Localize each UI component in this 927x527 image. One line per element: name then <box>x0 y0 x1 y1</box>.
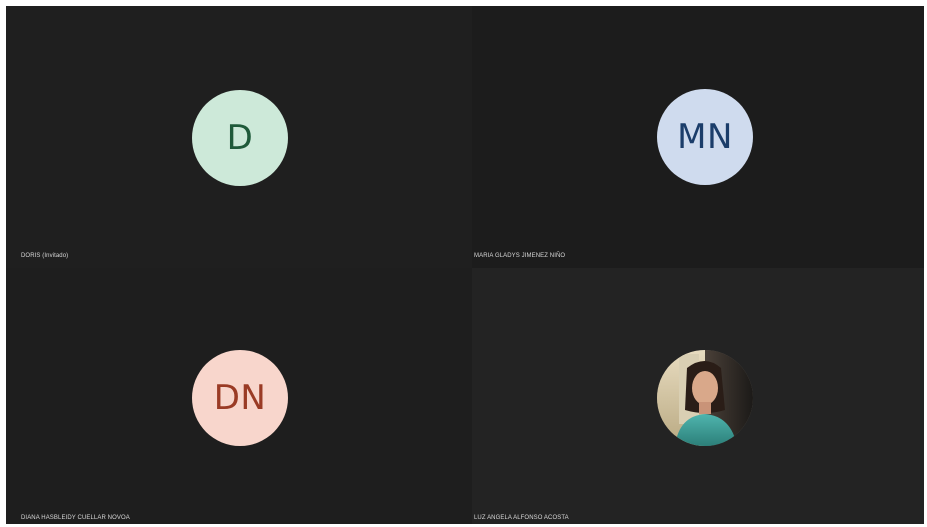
participant-name: DORIS (Invitado) <box>21 253 69 259</box>
participant-photo <box>657 350 753 446</box>
participant-tile[interactable]: LUZ ANGELA ALFONSO ACOSTA <box>472 268 924 524</box>
participant-name: DIANA HASBLEIDY CUELLAR NOVOA <box>21 515 130 521</box>
participant-photo-image <box>657 350 753 446</box>
participant-avatar: D <box>192 90 288 186</box>
participant-avatar: DN <box>192 350 288 446</box>
participant-avatar: MN <box>657 89 753 185</box>
participant-tile[interactable]: MN MARIA GLADYS JIMENEZ NIÑO <box>472 6 924 268</box>
video-call-grid: D DORIS (Invitado) MN MARIA GLADYS JIMEN… <box>6 6 924 524</box>
participant-tile[interactable]: D DORIS (Invitado) <box>6 6 472 268</box>
participant-name: LUZ ANGELA ALFONSO ACOSTA <box>474 515 569 521</box>
participant-tile[interactable]: DN DIANA HASBLEIDY CUELLAR NOVOA <box>6 268 472 524</box>
participant-name: MARIA GLADYS JIMENEZ NIÑO <box>474 253 566 259</box>
